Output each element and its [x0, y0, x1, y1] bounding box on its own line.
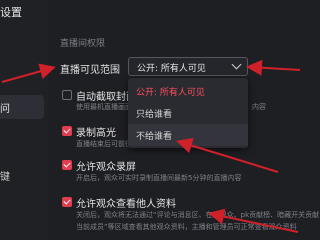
arrow-to-visibility-label: [1, 63, 56, 83]
arrow-to-option: [176, 137, 279, 173]
annotation-arrows: [1, 59, 301, 233]
arrow-to-last-row: [208, 208, 299, 233]
arrow-to-select: [246, 59, 301, 76]
